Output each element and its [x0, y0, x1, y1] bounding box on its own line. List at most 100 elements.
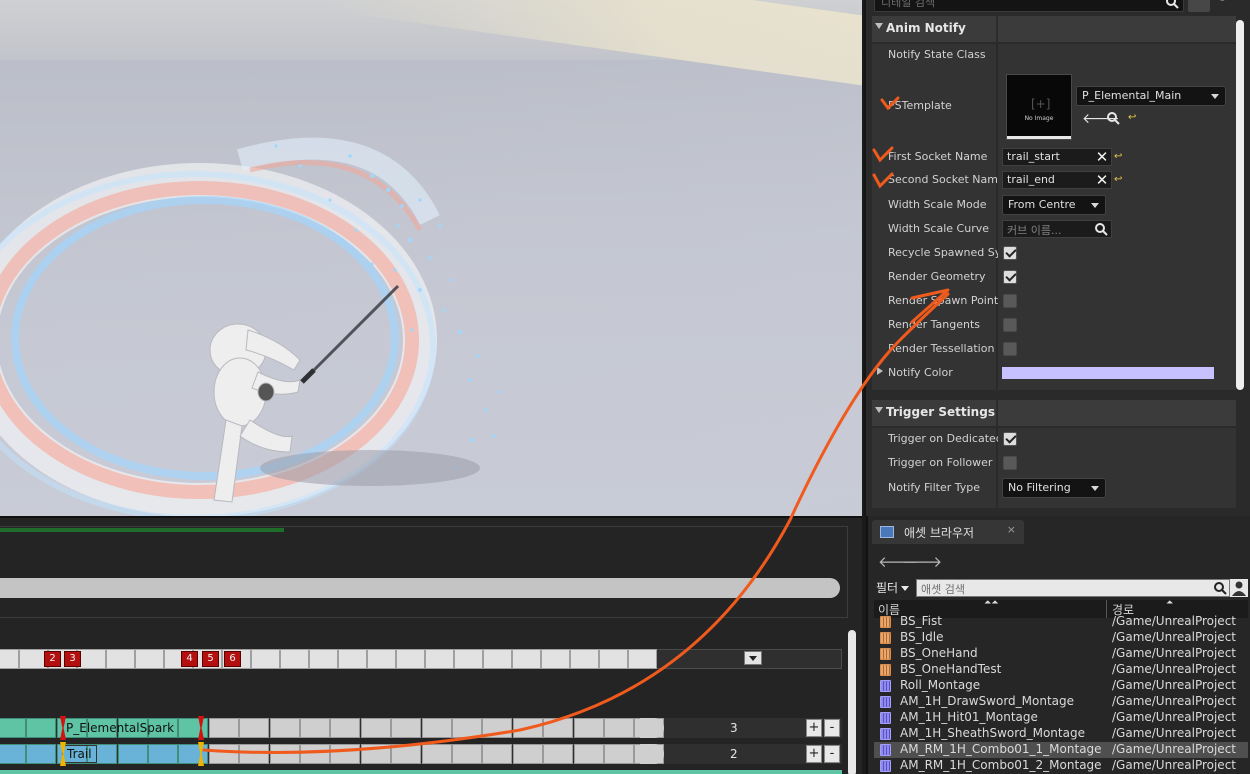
timeline-cell — [239, 718, 270, 738]
asset-path: /Game/UnrealProject — [1112, 630, 1236, 644]
timeline-cell — [482, 718, 513, 738]
reset-to-default-icon[interactable]: ↩ — [1128, 113, 1140, 123]
render-geometry-label: Render Geometry — [888, 270, 986, 283]
width-scale-mode-label: Width Scale Mode — [888, 198, 987, 211]
width-scale-mode-combo[interactable]: From Centre — [1002, 195, 1106, 215]
asset-path: /Game/UnrealProject — [1112, 710, 1236, 724]
search-icon — [1166, 0, 1179, 9]
timeline-cell — [148, 744, 178, 764]
ps-template-thumbnail[interactable]: [+] No Image — [1006, 74, 1072, 140]
trigger-settings-section-header[interactable]: Trigger Settings — [872, 400, 1236, 426]
curve-search-icon[interactable] — [1094, 222, 1108, 236]
timeline-cell — [421, 718, 452, 738]
render-tessellation-checkbox[interactable] — [1003, 342, 1017, 356]
timeline-cell — [452, 744, 482, 764]
asset-path: /Game/UnrealProject — [1112, 646, 1236, 660]
add-track-button[interactable]: + — [806, 719, 822, 737]
first-socket-name-label: First Socket Name — [888, 150, 988, 163]
timeline-cell — [599, 649, 628, 669]
clear-second-socket-icon[interactable]: ✕ — [1094, 172, 1110, 188]
asset-row[interactable]: BS_OneHandTest/Game/UnrealProject — [874, 662, 1248, 678]
asset-row[interactable]: AM_1H_Hit01_Montage/Game/UnrealProject — [874, 710, 1248, 726]
timeline-cell — [570, 649, 599, 669]
blend-space-icon — [880, 632, 891, 644]
asset-path: /Game/UnrealProject — [1112, 662, 1236, 676]
render-spawn-points-checkbox[interactable] — [1003, 294, 1017, 308]
width-scale-curve-label: Width Scale Curve — [888, 222, 989, 235]
notify-color-label: Notify Color — [888, 366, 953, 379]
track-end-cap — [640, 744, 664, 764]
timeline-cell — [543, 744, 574, 764]
details-scrollbar[interactable] — [1236, 20, 1244, 390]
track-notify-count: 3 — [730, 721, 738, 735]
render-tangents-checkbox[interactable] — [1003, 318, 1017, 332]
asset-row[interactable]: BS_Fist/Game/UnrealProject — [874, 614, 1248, 630]
asset-row[interactable]: AM_RM_1H_Combo01_1_Montage/Game/UnrealPr… — [874, 742, 1248, 758]
width-scale-mode-value: From Centre — [1008, 198, 1076, 211]
timeline-cell — [106, 649, 135, 669]
render-tessellation-label: Render Tessellation — [888, 342, 995, 355]
timeline-cell — [360, 744, 391, 764]
reset-first-socket-icon[interactable]: ↩ — [1114, 152, 1126, 162]
timeline-header-frame — [0, 526, 848, 618]
render-spawn-points-label: Render Spawn Points — [888, 294, 998, 307]
trigger-dedicated-checkbox[interactable] — [1003, 432, 1017, 446]
notify-filter-type-combo[interactable]: No Filtering — [1002, 478, 1106, 498]
thumbnail-type-bar — [1007, 136, 1071, 139]
timeline-cell — [239, 744, 270, 764]
timeline-cell — [454, 649, 483, 669]
clear-first-socket-icon[interactable]: ✕ — [1094, 149, 1110, 165]
trigger-dedicated-label: Trigger on Dedicated S — [888, 432, 998, 445]
asset-row[interactable]: BS_OneHand/Game/UnrealProject — [874, 646, 1248, 662]
remove-track-button[interactable]: - — [824, 719, 840, 737]
notify-marker[interactable]: 3 — [64, 651, 81, 667]
notify-state-label[interactable]: P_ElementalSpark — [62, 718, 174, 738]
notify-track[interactable] — [0, 770, 842, 774]
recycle-spawned-label: Recycle Spawned Sys — [888, 246, 998, 259]
notify-color-swatch[interactable] — [1002, 367, 1214, 379]
timeline-scrubber[interactable] — [0, 578, 840, 598]
asset-row[interactable]: AM_1H_DrawSword_Montage/Game/UnrealProje… — [874, 694, 1248, 710]
timeline-scrollbar[interactable] — [848, 630, 856, 774]
character-shadow — [260, 450, 480, 486]
asset-name: AM_1H_Hit01_Montage — [900, 710, 1038, 724]
asset-row[interactable]: AM_1H_SheathSword_Montage/Game/UnrealPro… — [874, 726, 1248, 742]
timeline-cell — [300, 744, 330, 764]
notify-marker[interactable]: 6 — [224, 651, 241, 667]
render-geometry-checkbox[interactable] — [1003, 270, 1017, 284]
timeline-cell — [269, 718, 300, 738]
eye-icon[interactable]: 👁 — [1216, 0, 1238, 8]
timeline-cell — [512, 718, 543, 738]
remove-track-button[interactable]: - — [824, 745, 840, 763]
anim-notify-section-title: Anim Notify — [886, 21, 966, 35]
track-options-dropdown[interactable] — [744, 651, 762, 665]
timeline-cell — [604, 718, 634, 738]
timeline-cell — [604, 744, 634, 764]
asset-row[interactable]: BS_Idle/Game/UnrealProject — [874, 630, 1248, 646]
notify-marker[interactable]: 4 — [181, 651, 198, 667]
ps-template-combo[interactable]: P_Elemental_Main — [1076, 86, 1226, 106]
details-search-input[interactable]: 디테일 검색 — [874, 0, 1184, 12]
notify-marker[interactable]: 2 — [44, 651, 61, 667]
timeline-cell — [483, 649, 512, 669]
notify-state-label[interactable]: Trail — [62, 745, 97, 763]
browse-search-icon[interactable] — [1106, 111, 1120, 125]
add-track-button[interactable]: + — [806, 745, 822, 763]
asset-row[interactable]: Roll_Montage/Game/UnrealProject — [874, 678, 1248, 694]
asset-row[interactable]: AM_RM_1H_Combo01_2_Montage/Game/UnrealPr… — [874, 758, 1248, 774]
recycle-spawned-checkbox[interactable] — [1003, 246, 1017, 260]
asset-path: /Game/UnrealProject — [1112, 614, 1236, 628]
expand-triangle-icon[interactable] — [877, 367, 883, 375]
notify-marker[interactable]: 5 — [202, 651, 219, 667]
asset-path: /Game/UnrealProject — [1112, 678, 1236, 692]
view-options-icon[interactable] — [1188, 0, 1210, 12]
viewport-3d[interactable] — [0, 0, 862, 516]
column-divider — [996, 16, 998, 42]
sword — [308, 284, 400, 376]
timeline-cell — [425, 649, 454, 669]
asset-name: BS_OneHandTest — [900, 662, 1002, 676]
trigger-follower-checkbox[interactable] — [1003, 456, 1017, 470]
reset-second-socket-icon[interactable]: ↩ — [1114, 175, 1126, 185]
timeline-cell — [628, 649, 657, 669]
anim-notify-section-header[interactable]: Anim Notify — [872, 16, 1236, 42]
